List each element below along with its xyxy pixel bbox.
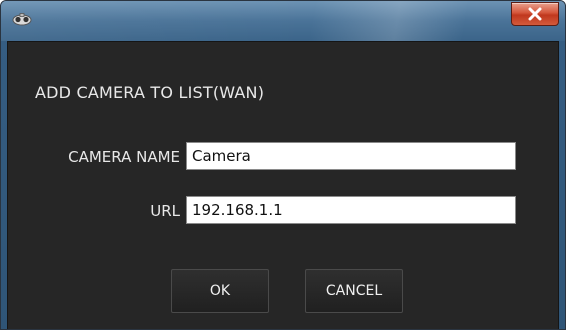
camera-name-label: CAMERA NAME bbox=[68, 148, 180, 166]
close-button[interactable] bbox=[511, 2, 559, 26]
ok-button[interactable]: OK bbox=[171, 269, 269, 313]
close-icon bbox=[527, 7, 543, 21]
dialog-heading: ADD CAMERA TO LIST(WAN) bbox=[35, 83, 265, 102]
dialog-body: ADD CAMERA TO LIST(WAN) CAMERA NAME URL … bbox=[7, 41, 559, 329]
camera-name-input[interactable] bbox=[186, 142, 516, 170]
cancel-button[interactable]: CANCEL bbox=[305, 269, 403, 313]
url-input[interactable] bbox=[186, 196, 516, 224]
title-bar[interactable] bbox=[1, 1, 565, 41]
url-label: URL bbox=[150, 202, 180, 220]
camera-icon bbox=[11, 11, 33, 26]
dialog-window: ADD CAMERA TO LIST(WAN) CAMERA NAME URL … bbox=[0, 0, 566, 330]
